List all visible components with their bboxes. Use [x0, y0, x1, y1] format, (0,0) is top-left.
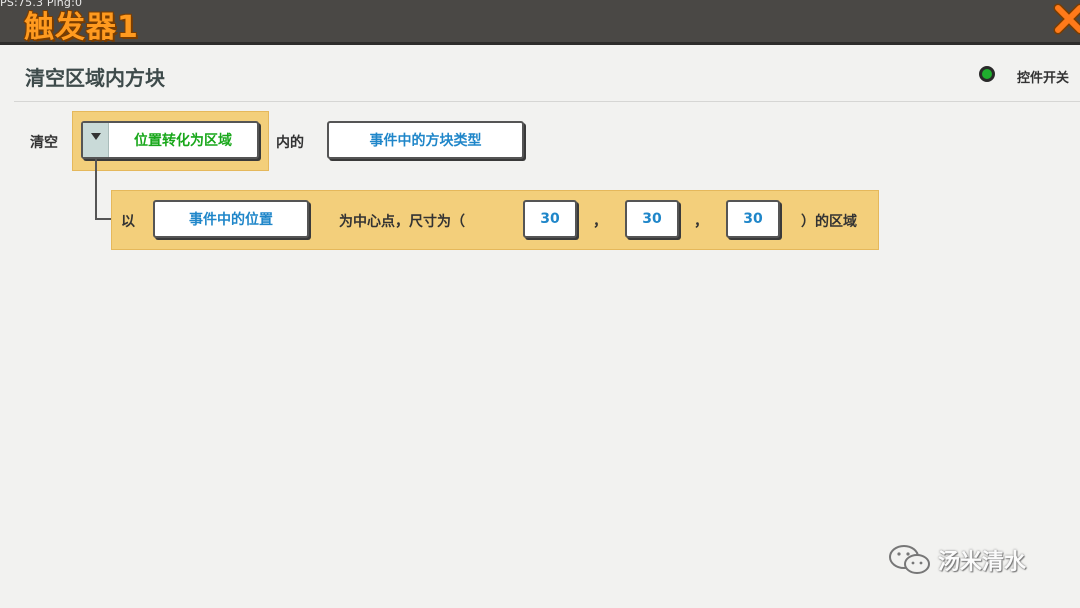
- inner-label: 内的: [276, 135, 304, 151]
- watermark-text: 汤米清水: [938, 550, 1027, 575]
- wechat-icon: [889, 545, 930, 574]
- comma-separator: ，: [593, 214, 607, 230]
- tree-connector: [95, 157, 97, 220]
- window-title: 触发器1: [24, 10, 139, 45]
- comma-separator: ，: [694, 214, 708, 230]
- header-divider: [14, 101, 1080, 102]
- with-label: 以: [121, 214, 135, 230]
- close-icon[interactable]: [1052, 2, 1080, 36]
- center-size-label: 为中心点，尺寸为（: [339, 214, 465, 230]
- area-source-dropdown[interactable]: 位置转化为区域: [81, 121, 259, 159]
- clear-label: 清空: [30, 135, 58, 151]
- title-bar: PS:75.3 Ping:0 触发器1: [0, 0, 1080, 45]
- watermark: 汤米清水: [888, 543, 1026, 577]
- size-x-input[interactable]: 30: [523, 200, 577, 238]
- control-toggle-label[interactable]: 控件开关: [1017, 67, 1069, 86]
- chevron-down-icon[interactable]: [83, 123, 109, 157]
- tree-connector-branch: [95, 218, 111, 220]
- dropdown-value: 位置转化为区域: [134, 133, 232, 149]
- size-y-input[interactable]: 30: [625, 200, 679, 238]
- area-end-label: ）的区域: [801, 214, 857, 230]
- block-type-button[interactable]: 事件中的方块类型: [327, 121, 524, 159]
- action-title: 清空区域内方块: [25, 66, 165, 90]
- position-button[interactable]: 事件中的位置: [153, 200, 309, 238]
- size-z-input[interactable]: 30: [726, 200, 780, 238]
- control-toggle-indicator[interactable]: [979, 66, 995, 82]
